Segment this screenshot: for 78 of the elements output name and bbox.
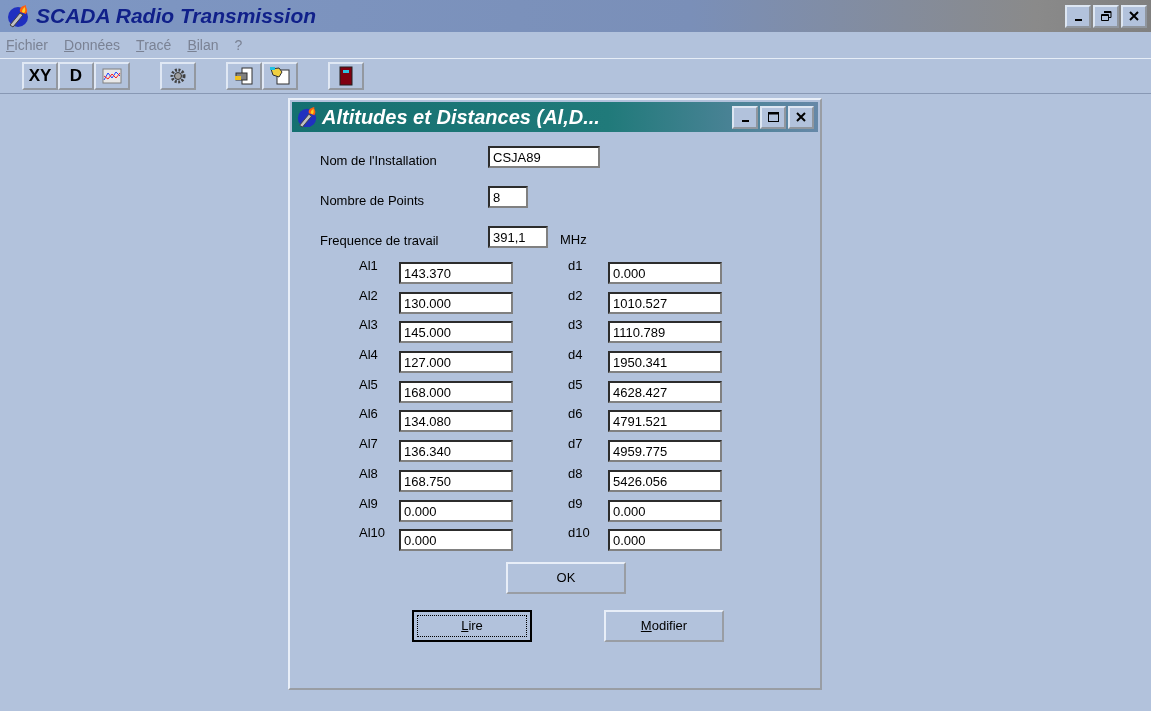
- close-button[interactable]: [788, 105, 814, 129]
- altitude-label: Al2: [359, 287, 379, 303]
- input-field[interactable]: 0.000: [608, 499, 722, 522]
- input-field[interactable]: 130.000: [399, 291, 513, 314]
- field-label: Nombre de Points: [320, 192, 426, 208]
- distance-label: d8: [568, 465, 584, 481]
- maximize-icon: [767, 112, 779, 122]
- input-field[interactable]: 1110.789: [608, 321, 722, 344]
- input-field[interactable]: 127.000: [399, 351, 513, 374]
- altitude-label: Al4: [359, 347, 379, 363]
- distance-label: d2: [568, 287, 584, 303]
- distance-label: d5: [568, 376, 584, 392]
- input-field[interactable]: 168.750: [399, 469, 513, 492]
- input-field[interactable]: 1950.341: [608, 351, 722, 374]
- hand-sheet-icon: [270, 67, 290, 85]
- torch-icon: [6, 4, 30, 28]
- line-chart-icon: [102, 68, 122, 84]
- altitude-label: Al8: [359, 465, 379, 481]
- gear-icon: [169, 67, 187, 85]
- toolbar-button[interactable]: XY: [22, 62, 58, 90]
- input-field[interactable]: 143.370: [399, 262, 513, 284]
- input-field[interactable]: CSJA89: [488, 145, 600, 168]
- distance-label: d9: [568, 495, 584, 511]
- torch-icon: [296, 106, 318, 128]
- field-label: Frequence de travail: [320, 232, 440, 248]
- maximize-button[interactable]: [760, 105, 786, 129]
- exit-button[interactable]: [328, 62, 364, 90]
- minimize-icon: [741, 119, 749, 122]
- edit-button[interactable]: [262, 62, 298, 90]
- dialog-title: Altitudes et Distances (Al,D...: [322, 105, 601, 129]
- minimize-icon: [1074, 18, 1082, 21]
- print-button[interactable]: [226, 62, 262, 90]
- minimize-button[interactable]: [732, 105, 758, 129]
- altitude-label: Al7: [359, 436, 379, 452]
- close-button[interactable]: [1121, 4, 1147, 28]
- altitude-label: Al3: [359, 317, 379, 333]
- action-button[interactable]: Lire: [412, 609, 532, 642]
- input-field[interactable]: 145.000: [399, 321, 513, 344]
- close-icon: [1129, 11, 1139, 21]
- distance-label: d4: [568, 347, 584, 363]
- input-field[interactable]: 0.000: [399, 499, 513, 522]
- input-field[interactable]: 5426.056: [608, 469, 722, 492]
- distance-label: d7: [568, 436, 584, 452]
- input-field[interactable]: 391,1: [488, 225, 548, 248]
- unit-label: MHz: [560, 231, 587, 247]
- input-field[interactable]: 0.000: [399, 529, 513, 552]
- chart-button[interactable]: [94, 62, 130, 90]
- distance-label: d10: [568, 525, 591, 541]
- field-label: Nom de l'Installation: [320, 152, 438, 168]
- input-field[interactable]: 0.000: [608, 262, 722, 284]
- altitude-label: Al6: [359, 406, 379, 422]
- printer-icon: [234, 67, 254, 85]
- action-button[interactable]: Modifier: [604, 609, 724, 642]
- altitude-label: Al9: [359, 495, 379, 511]
- altitude-label: Al10: [359, 525, 387, 541]
- minimize-button[interactable]: [1065, 4, 1091, 28]
- distance-label: d3: [568, 317, 584, 333]
- input-field[interactable]: 136.340: [399, 440, 513, 463]
- input-field[interactable]: 168.000: [399, 380, 513, 403]
- door-icon: [339, 66, 353, 86]
- restore-button[interactable]: [1093, 4, 1119, 28]
- settings-button[interactable]: [160, 62, 196, 90]
- input-field[interactable]: 1010.527: [608, 291, 722, 314]
- window-title: SCADA Radio Transmission: [36, 4, 318, 28]
- toolbar-button[interactable]: D: [58, 62, 94, 90]
- input-field[interactable]: 134.080: [399, 410, 513, 433]
- distance-label: d6: [568, 406, 584, 422]
- altitude-label: Al5: [359, 376, 379, 392]
- ok-button[interactable]: OK: [506, 561, 626, 594]
- close-icon: [796, 112, 806, 122]
- restore-icon: [1100, 11, 1112, 21]
- input-field[interactable]: 4628.427: [608, 380, 722, 403]
- input-field[interactable]: 0.000: [608, 529, 722, 552]
- altitude-label: Al1: [359, 258, 379, 273]
- input-field[interactable]: 8: [488, 185, 528, 208]
- input-field[interactable]: 4959.775: [608, 440, 722, 463]
- input-field[interactable]: 4791.521: [608, 410, 722, 433]
- distance-label: d1: [568, 258, 584, 273]
